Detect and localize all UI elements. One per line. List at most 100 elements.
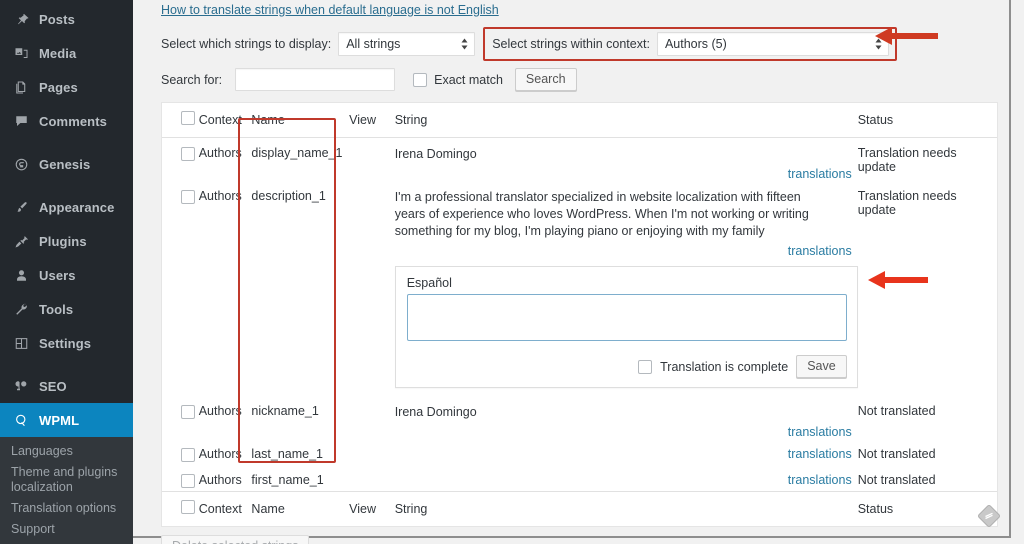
row-name: nickname_1 xyxy=(251,404,319,418)
context-filter-label: Select strings within context: xyxy=(492,37,650,51)
sidebar-item-tools[interactable]: Tools xyxy=(0,292,133,326)
wpml-icon xyxy=(11,410,31,430)
sidebar-item-seo[interactable]: SEO xyxy=(0,369,133,403)
search-for-label: Search for: xyxy=(161,72,223,87)
row-context: Authors xyxy=(198,146,242,160)
table-row[interactable]: Authors description_1 I'm a professional… xyxy=(162,181,997,396)
translations-link[interactable]: translations xyxy=(788,167,852,181)
delete-selected-strings-button[interactable]: Delete selected strings xyxy=(161,535,310,544)
strings-to-display-select[interactable]: All strings xyxy=(338,32,476,56)
menu-separator-1 xyxy=(0,138,133,147)
row-view[interactable] xyxy=(349,181,395,396)
select-all-checkbox[interactable] xyxy=(181,111,195,125)
row-view[interactable] xyxy=(349,396,395,439)
row-checkbox[interactable] xyxy=(181,448,195,462)
translations-link[interactable]: translations xyxy=(788,244,852,258)
search-input[interactable] xyxy=(235,68,396,91)
translations-link[interactable]: translations xyxy=(788,473,852,487)
column-footer-view[interactable]: View xyxy=(349,491,395,526)
translations-link[interactable]: translations xyxy=(788,447,852,461)
row-checkbox[interactable] xyxy=(181,405,195,419)
translation-language-label: Español xyxy=(406,276,452,290)
row-links: translations xyxy=(395,167,858,181)
table-footer-row: Context Name View String Status xyxy=(162,491,997,526)
save-button[interactable]: Save xyxy=(796,355,847,378)
wrench-icon xyxy=(11,299,31,319)
row-select-cell xyxy=(162,138,199,182)
row-checkbox[interactable] xyxy=(181,190,195,204)
sidebar-item-appearance[interactable]: Appearance xyxy=(0,190,133,224)
row-checkbox[interactable] xyxy=(181,147,195,161)
table-row[interactable]: Authors last_name_1 translations Not tra… xyxy=(162,439,997,465)
row-links: translations xyxy=(395,244,858,258)
sidebar-item-label: Comments xyxy=(39,113,107,129)
column-header-string[interactable]: String xyxy=(394,103,858,138)
row-status: Translation needs update xyxy=(857,146,957,174)
column-header-context[interactable]: Context xyxy=(198,103,252,138)
row-select-cell xyxy=(162,181,199,396)
exact-match-checkbox[interactable] xyxy=(413,72,428,87)
select-all-footer xyxy=(162,491,199,526)
sidebar-item-users[interactable]: Users xyxy=(0,258,133,292)
chevron-updown-icon xyxy=(461,38,468,50)
column-footer-name[interactable]: Name xyxy=(251,491,350,526)
row-checkbox[interactable] xyxy=(181,474,195,488)
row-string-cell: Irena Domingo translations xyxy=(395,396,858,439)
sidebar-item-posts[interactable]: Posts xyxy=(0,2,133,36)
sidebar-item-media[interactable]: Media xyxy=(0,36,133,70)
row-links: translations xyxy=(395,473,858,487)
sidebar-item-label: Tools xyxy=(39,301,74,317)
sidebar-item-label: Users xyxy=(39,267,76,283)
row-view[interactable] xyxy=(349,465,395,492)
sidebar-item-label: Plugins xyxy=(39,233,87,249)
genesis-icon xyxy=(11,154,31,174)
sidebar-item-wpml[interactable]: WPML xyxy=(0,403,141,437)
sidebar-item-comments[interactable]: Comments xyxy=(0,104,133,138)
exact-match-group: Exact match xyxy=(413,72,503,87)
translations-link[interactable]: translations xyxy=(788,425,852,439)
display-filter-label: Select which strings to display: xyxy=(161,37,332,51)
search-button[interactable]: Search xyxy=(514,68,577,91)
column-header-view[interactable]: View xyxy=(349,103,395,138)
strings-within-context-select[interactable]: Authors (5) xyxy=(656,32,889,56)
row-view[interactable] xyxy=(349,138,395,182)
filter-row-display: Select which strings to display: All str… xyxy=(161,27,995,61)
sidebar-item-wp-menus-sync[interactable]: WP Menus Sync xyxy=(0,540,133,544)
select-all-checkbox[interactable] xyxy=(181,500,195,514)
row-view[interactable] xyxy=(349,439,395,465)
sidebar-item-plugins[interactable]: Plugins xyxy=(0,224,133,258)
sidebar-item-translation-options[interactable]: Translation options xyxy=(0,498,133,519)
column-footer-context[interactable]: Context xyxy=(198,491,252,526)
row-select-cell xyxy=(162,396,199,439)
sidebar-item-theme-and-plugins-localization[interactable]: Theme and plugins localization xyxy=(0,462,133,498)
table-row[interactable]: Authors display_name_1 Irena Domingo tra… xyxy=(162,138,997,182)
help-link[interactable]: How to translate strings when default la… xyxy=(161,3,499,17)
comment-icon xyxy=(11,111,31,131)
row-name: first_name_1 xyxy=(251,473,324,487)
strings-within-context-value: Authors (5) xyxy=(664,37,727,51)
pages-icon xyxy=(11,77,31,97)
sidebar-item-settings[interactable]: Settings xyxy=(0,326,133,360)
select-all-header xyxy=(162,103,199,138)
sidebar-item-support[interactable]: Support xyxy=(0,519,133,540)
row-string: Irena Domingo xyxy=(394,405,477,419)
translation-textarea[interactable] xyxy=(406,294,847,341)
row-context: Authors xyxy=(198,189,242,203)
sidebar-item-pages[interactable]: Pages xyxy=(0,70,133,104)
chevron-updown-icon xyxy=(875,38,882,50)
row-string: Irena Domingo xyxy=(394,147,477,161)
sidebar-item-languages[interactable]: Languages xyxy=(0,441,133,462)
table-row[interactable]: Authors nickname_1 Irena Domingo transla… xyxy=(162,396,997,439)
brush-icon xyxy=(11,197,31,217)
row-string-cell: translations xyxy=(395,439,858,465)
seo-icon xyxy=(11,376,31,396)
table-header-row: Context Name View String Status xyxy=(162,103,997,138)
sidebar-item-genesis[interactable]: Genesis xyxy=(0,147,133,181)
row-context: Authors xyxy=(198,404,242,418)
translation-complete-checkbox[interactable] xyxy=(638,359,653,374)
column-header-name[interactable]: Name xyxy=(251,103,350,138)
wpml-submenu: Languages Theme and plugins localization… xyxy=(0,437,133,544)
column-footer-string[interactable]: String xyxy=(394,491,858,526)
column-header-status[interactable]: Status xyxy=(857,103,997,138)
table-row[interactable]: Authors first_name_1 translations Not tr… xyxy=(162,465,997,492)
